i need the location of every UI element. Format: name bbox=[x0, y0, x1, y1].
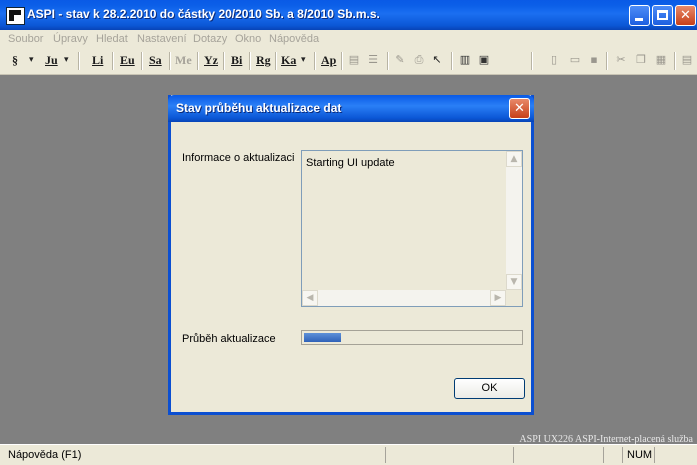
toolbar-ju-button[interactable]: Ju bbox=[45, 53, 58, 68]
minimize-icon bbox=[635, 18, 643, 21]
toolbar-separator bbox=[223, 52, 225, 70]
window-titlebar: ASPI - stav k 28.2.2010 do částky 20/201… bbox=[0, 0, 697, 30]
close-button[interactable]: ✕ bbox=[675, 5, 696, 26]
toolbar-separator bbox=[314, 52, 316, 70]
toolbar-ka-button[interactable]: Ka bbox=[281, 53, 296, 68]
toolbar-separator bbox=[387, 52, 389, 70]
aspi-app-icon[interactable] bbox=[6, 7, 25, 25]
scroll-up-icon[interactable]: ▲ bbox=[506, 151, 522, 167]
minimize-button[interactable] bbox=[629, 5, 650, 26]
status-cell bbox=[622, 447, 623, 463]
update-progress-fill bbox=[304, 333, 341, 342]
new-document-icon[interactable]: ▯ bbox=[547, 53, 561, 67]
toolbar-ju-dropdown-icon[interactable]: ▾ bbox=[64, 55, 69, 65]
windows-cascade-icon[interactable]: ▣ bbox=[477, 53, 491, 67]
window-list-icon[interactable]: ▥ bbox=[458, 53, 472, 67]
copy-icon[interactable]: ❐ bbox=[634, 53, 648, 67]
toolbar-bi-button[interactable]: Bi bbox=[231, 53, 242, 68]
maximize-icon bbox=[657, 10, 668, 20]
update-progress-bar bbox=[301, 330, 523, 345]
list-view-icon[interactable]: ☰ bbox=[366, 53, 380, 67]
toolbar-separator bbox=[249, 52, 251, 70]
update-progress-label: Průběh aktualizace bbox=[182, 333, 276, 345]
toolbar-yz-button[interactable]: Yz bbox=[204, 53, 218, 68]
menu-soubor[interactable]: Soubor bbox=[8, 33, 43, 45]
toolbar-separator bbox=[169, 52, 171, 70]
toolbar-me-button[interactable]: Me bbox=[175, 53, 192, 68]
save-icon[interactable]: ▪ bbox=[587, 53, 601, 67]
scroll-left-icon[interactable]: ◀ bbox=[302, 290, 318, 306]
status-cell bbox=[654, 447, 655, 463]
open-folder-icon[interactable]: ▭ bbox=[568, 53, 582, 67]
toolbar-paragraph-button[interactable]: § bbox=[12, 53, 18, 68]
status-bar: Nápověda (F1) NUM bbox=[0, 444, 697, 465]
toolbar-ap-button[interactable]: Ap bbox=[321, 53, 336, 68]
toolbar-separator bbox=[606, 52, 608, 70]
toolbar-rg-button[interactable]: Rg bbox=[256, 53, 271, 68]
toolbar-separator bbox=[112, 52, 114, 70]
update-progress-dialog: Stav průběhu aktualizace dat ✕ Informace… bbox=[168, 95, 534, 415]
scrollbar-corner bbox=[506, 290, 522, 306]
status-cell bbox=[603, 447, 604, 463]
toolbar-separator bbox=[197, 52, 199, 70]
context-help-icon[interactable]: ↖ bbox=[430, 53, 444, 67]
toolbar-separator bbox=[674, 52, 676, 70]
menu-dotazy[interactable]: Dotazy bbox=[193, 33, 227, 45]
menu-bar: Soubor Úpravy Hledat Nastavení Dotazy Ok… bbox=[0, 30, 697, 48]
update-info-text: Starting UI update bbox=[306, 157, 395, 169]
dialog-title: Stav průběhu aktualizace dat bbox=[176, 101, 342, 115]
toolbar-separator bbox=[141, 52, 143, 70]
close-icon: ✕ bbox=[680, 8, 691, 23]
close-icon: ✕ bbox=[514, 101, 525, 116]
scroll-right-icon[interactable]: ▶ bbox=[490, 290, 506, 306]
status-help-text: Nápověda (F1) bbox=[8, 449, 82, 461]
ok-button[interactable]: OK bbox=[454, 378, 525, 399]
toolbar: § ▾ Ju ▾ Li Eu Sa Me Yz Bi Rg Ka ▾ Ap ▤ … bbox=[0, 48, 697, 75]
window-title: ASPI - stav k 28.2.2010 do částky 20/201… bbox=[27, 7, 380, 21]
menu-upravy[interactable]: Úpravy bbox=[53, 33, 88, 45]
toolbar-ka-dropdown-icon[interactable]: ▾ bbox=[301, 55, 306, 65]
toolbar-separator bbox=[341, 52, 343, 70]
toolbar-eu-button[interactable]: Eu bbox=[120, 53, 135, 68]
export-icon[interactable]: ▤ bbox=[680, 53, 694, 67]
toolbar-separator bbox=[275, 52, 277, 70]
toolbar-separator bbox=[78, 52, 80, 70]
menu-napoveda[interactable]: Nápověda bbox=[269, 33, 319, 45]
dialog-titlebar: Stav průběhu aktualizace dat ✕ bbox=[168, 95, 534, 122]
maximize-button[interactable] bbox=[652, 5, 673, 26]
menu-okno[interactable]: Okno bbox=[235, 33, 261, 45]
vertical-scrollbar[interactable]: ▲ ▼ bbox=[506, 151, 522, 290]
update-info-label: Informace o aktualizaci bbox=[182, 152, 295, 164]
document-view-icon[interactable]: ▤ bbox=[347, 53, 361, 67]
toolbar-paragraph-dropdown-icon[interactable]: ▾ bbox=[29, 55, 34, 65]
horizontal-scrollbar[interactable]: ◀ ▶ bbox=[302, 290, 506, 306]
cut-icon[interactable]: ✂ bbox=[614, 53, 628, 67]
menu-nastaveni[interactable]: Nastavení bbox=[137, 33, 187, 45]
update-info-textbox[interactable]: Starting UI update ▲ ▼ ◀ ▶ bbox=[301, 150, 523, 307]
paste-icon[interactable]: ▦ bbox=[654, 53, 668, 67]
toolbar-sa-button[interactable]: Sa bbox=[149, 53, 162, 68]
scroll-down-icon[interactable]: ▼ bbox=[506, 274, 522, 290]
toolbar-separator bbox=[451, 52, 453, 70]
dialog-close-button[interactable]: ✕ bbox=[509, 98, 530, 119]
status-cell bbox=[385, 447, 386, 463]
print-icon[interactable]: ⎙ bbox=[412, 53, 426, 67]
annotate-icon[interactable]: ✎ bbox=[393, 53, 407, 67]
status-cell bbox=[513, 447, 514, 463]
toolbar-separator bbox=[531, 52, 533, 70]
toolbar-li-button[interactable]: Li bbox=[92, 53, 103, 68]
menu-hledat[interactable]: Hledat bbox=[96, 33, 128, 45]
status-num-indicator: NUM bbox=[627, 449, 653, 461]
